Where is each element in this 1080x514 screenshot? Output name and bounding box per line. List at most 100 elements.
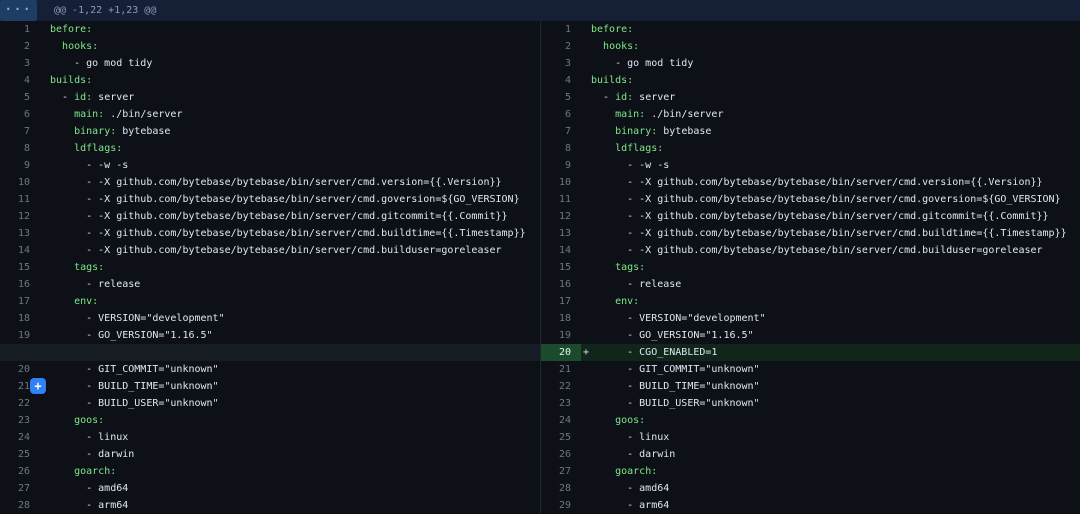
diff-line-new: 18 - VERSION="development"	[541, 310, 1080, 327]
yaml-key: tags:	[615, 262, 645, 273]
line-number[interactable]: 23	[0, 412, 40, 429]
diff-line-new: 2 hooks:	[541, 38, 1080, 55]
line-number[interactable]: 28	[541, 480, 581, 497]
line-number[interactable]: 14	[0, 242, 40, 259]
line-number[interactable]: 1	[541, 21, 581, 38]
code-cell: - go mod tidy	[581, 55, 1080, 72]
code-cell: - VERSION="development"	[40, 310, 540, 327]
code-cell: goos:	[581, 412, 1080, 429]
line-number[interactable]: 8	[0, 140, 40, 157]
diff-line-old: 18 - VERSION="development"	[0, 310, 540, 327]
code-cell: - linux	[40, 429, 540, 446]
diff-line-old: 16 - release	[0, 276, 540, 293]
line-number[interactable]: 4	[0, 72, 40, 89]
line-number[interactable]: 13	[541, 225, 581, 242]
line-number[interactable]: 28	[0, 497, 40, 514]
code-cell: - GO_VERSION="1.16.5"	[40, 327, 540, 344]
line-number[interactable]: 23	[541, 395, 581, 412]
line-number[interactable]: 17	[0, 293, 40, 310]
diff-line-old: 26 goarch:	[0, 463, 540, 480]
diff-line-spacer	[0, 344, 540, 361]
line-number[interactable]: 22	[541, 378, 581, 395]
line-number[interactable]: 16	[541, 276, 581, 293]
yaml-key: ldflags:	[615, 143, 663, 154]
diff-line-new: 16 - release	[541, 276, 1080, 293]
code-cell: - -X github.com/bytebase/bytebase/bin/se…	[40, 242, 540, 259]
diff-line-new: 29 - arm64	[541, 497, 1080, 514]
line-number[interactable]: 12	[0, 208, 40, 225]
line-number[interactable]: 8	[541, 140, 581, 157]
line-number[interactable]: 15	[541, 259, 581, 276]
hunk-header-row: ··· @@ -1,22 +1,23 @@	[0, 0, 1080, 21]
diff-line-old: 15 tags:	[0, 259, 540, 276]
diff-line-old: 14 - -X github.com/bytebase/bytebase/bin…	[0, 242, 540, 259]
line-number[interactable]: 24	[0, 429, 40, 446]
diff-line-new: 20+ - CGO_ENABLED=1	[541, 344, 1080, 361]
code-cell: env:	[40, 293, 540, 310]
line-number[interactable]: 26	[0, 463, 40, 480]
line-number[interactable]: 18	[541, 310, 581, 327]
line-number[interactable]: 11	[541, 191, 581, 208]
line-number[interactable]: 4	[541, 72, 581, 89]
hunk-header-text: @@ -1,22 +1,23 @@	[37, 0, 156, 21]
diff-line-old: 9 - -w -s	[0, 157, 540, 174]
code-cell: - GIT_COMMIT="unknown"	[581, 361, 1080, 378]
line-number[interactable]: 2	[0, 38, 40, 55]
code-cell: main: ./bin/server	[581, 106, 1080, 123]
line-number[interactable]: 19	[0, 327, 40, 344]
line-number[interactable]: 6	[541, 106, 581, 123]
line-number[interactable]: 9	[0, 157, 40, 174]
code-cell: - -X github.com/bytebase/bytebase/bin/se…	[581, 208, 1080, 225]
diff-line-old: 4builds:	[0, 72, 540, 89]
diff-line-new: 8 ldflags:	[541, 140, 1080, 157]
line-number[interactable]: 20	[541, 344, 581, 361]
line-number[interactable]: 7	[541, 123, 581, 140]
yaml-key: binary:	[74, 126, 116, 137]
line-number[interactable]: 16	[0, 276, 40, 293]
line-number[interactable]: 12	[541, 208, 581, 225]
line-number[interactable]: 1	[0, 21, 40, 38]
line-number[interactable]: 15	[0, 259, 40, 276]
add-line-comment-button[interactable]: +	[30, 378, 46, 394]
line-number[interactable]: 22	[0, 395, 40, 412]
code-cell: - go mod tidy	[40, 55, 540, 72]
line-number[interactable]: 13	[0, 225, 40, 242]
yaml-key: hooks:	[62, 41, 98, 52]
line-number[interactable]: 27	[541, 463, 581, 480]
code-cell: - BUILD_USER="unknown"	[40, 395, 540, 412]
line-number[interactable]: 10	[541, 174, 581, 191]
line-number[interactable]: 3	[541, 55, 581, 72]
line-number[interactable]: 9	[541, 157, 581, 174]
code-cell: ldflags:	[581, 140, 1080, 157]
yaml-key: main:	[74, 109, 104, 120]
line-number[interactable]: 14	[541, 242, 581, 259]
line-number[interactable]: 17	[541, 293, 581, 310]
line-number[interactable]: 11	[0, 191, 40, 208]
line-number[interactable]: 10	[0, 174, 40, 191]
line-number[interactable]: 2	[541, 38, 581, 55]
diff-line-new: 25 - linux	[541, 429, 1080, 446]
line-number[interactable]: 21	[541, 361, 581, 378]
yaml-key: before:	[591, 24, 633, 35]
line-number[interactable]: 26	[541, 446, 581, 463]
diff-line-new: 4builds:	[541, 72, 1080, 89]
line-number[interactable]: 6	[0, 106, 40, 123]
line-number[interactable]: 24	[541, 412, 581, 429]
line-number[interactable]: 19	[541, 327, 581, 344]
code-cell: - -X github.com/bytebase/bytebase/bin/se…	[40, 174, 540, 191]
line-number[interactable]: 25	[541, 429, 581, 446]
plus-icon: +	[34, 379, 41, 393]
line-number[interactable]: 20	[0, 361, 40, 378]
line-number[interactable]: 18	[0, 310, 40, 327]
expand-hunk-button[interactable]: ···	[0, 0, 37, 21]
line-number[interactable]: 5	[0, 89, 40, 106]
line-number[interactable]: 7	[0, 123, 40, 140]
line-number[interactable]: 29	[541, 497, 581, 514]
yaml-key: goos:	[615, 415, 645, 426]
diff-line-old: 2 hooks:	[0, 38, 540, 55]
diff-pane-new: 1 before: 2 hooks:3 - go mod tidy4builds:5…	[540, 21, 1080, 514]
line-number[interactable]: 3	[0, 55, 40, 72]
line-number[interactable]: 5	[541, 89, 581, 106]
line-number[interactable]: 27	[0, 480, 40, 497]
line-number[interactable]: 25	[0, 446, 40, 463]
